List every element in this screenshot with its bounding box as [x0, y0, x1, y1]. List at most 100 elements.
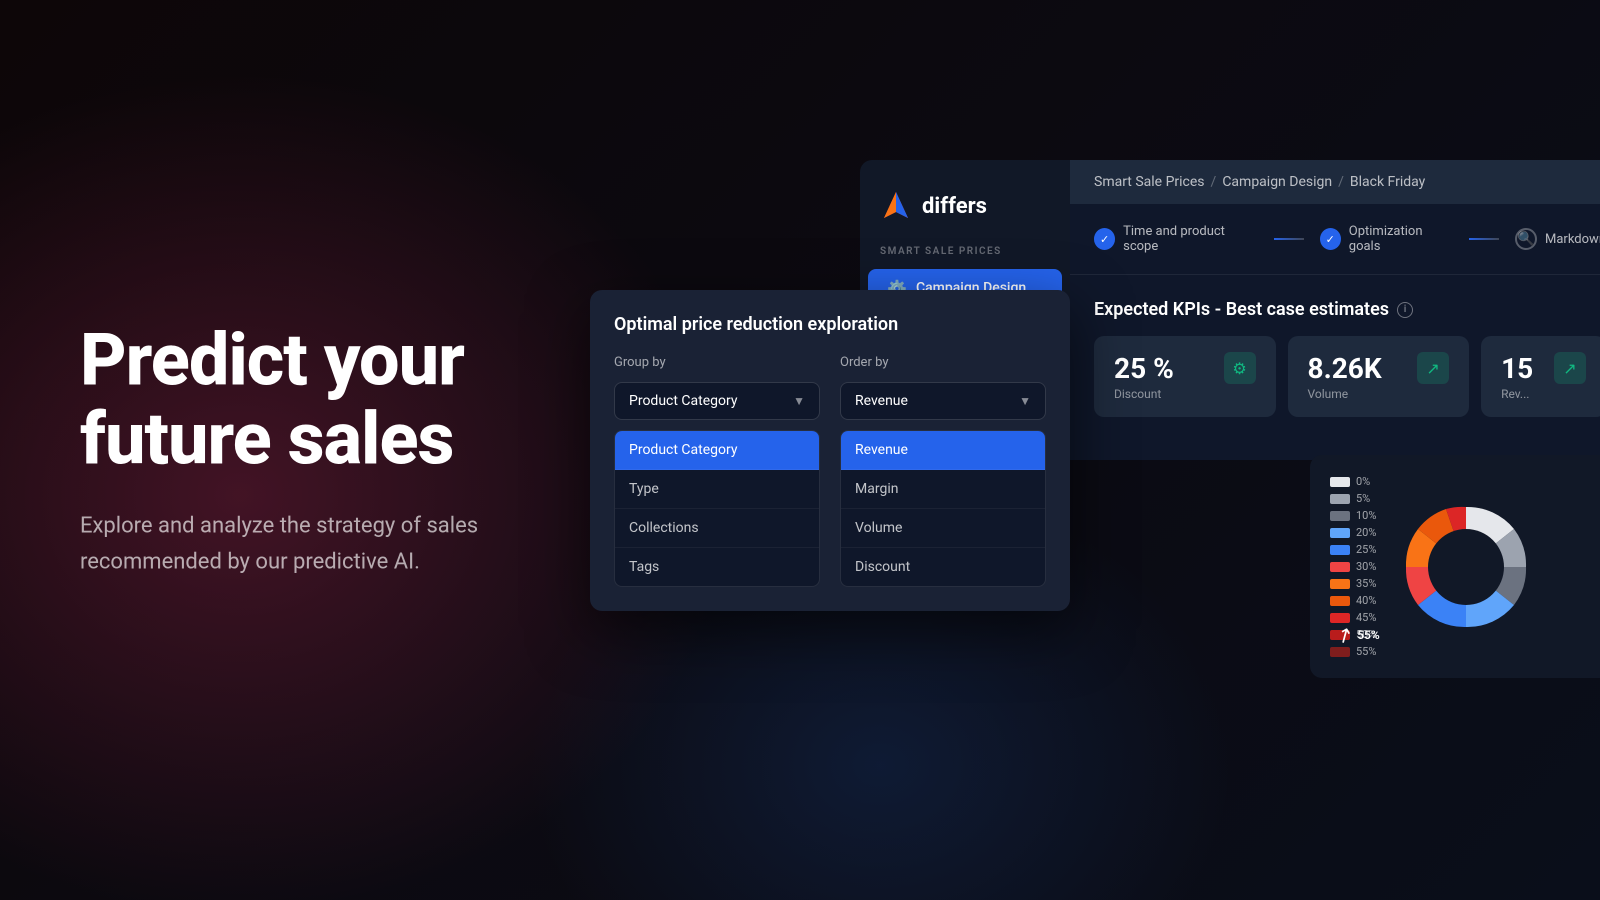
kpi-info-icon: i — [1397, 302, 1413, 318]
sidebar-logo: differs — [860, 180, 1070, 246]
breadcrumb-sep-2: / — [1338, 174, 1344, 190]
kpi-rev-label: Rev... — [1501, 387, 1533, 401]
step-3-circle: 🔍 — [1515, 228, 1537, 250]
step-3[interactable]: 🔍 Markdown — [1515, 228, 1600, 250]
hero-section: Predict your future sales Explore and an… — [80, 321, 580, 580]
chart-panel: 0% 5% 10% 20% 25% 30% 35% 40% — [1310, 455, 1600, 678]
legend-item-10: 55% — [1330, 645, 1376, 658]
annotation-label: 55% — [1357, 628, 1380, 642]
legend-item-2: 10% — [1330, 509, 1376, 522]
group-by-option-3[interactable]: Tags — [615, 548, 819, 586]
main-panel: Smart Sale Prices / Campaign Design / Bl… — [1070, 160, 1600, 460]
dropdown-panel: Optimal price reduction exploration Grou… — [590, 290, 1070, 611]
legend-color-10 — [1330, 647, 1350, 657]
order-by-option-0[interactable]: Revenue — [841, 431, 1045, 470]
group-by-label: Group by — [614, 355, 820, 370]
step-line-1 — [1274, 238, 1304, 240]
legend-label-1: 5% — [1356, 492, 1370, 505]
legend-color-8 — [1330, 613, 1350, 623]
breadcrumb-item-2: Campaign Design — [1222, 174, 1332, 190]
order-by-option-3[interactable]: Discount — [841, 548, 1045, 586]
group-by-list: Product Category Type Collections Tags — [614, 430, 820, 587]
group-by-selected: Product Category — [629, 393, 738, 409]
kpi-discount-value: 25 % — [1114, 352, 1174, 385]
kpi-discount-label: Discount — [1114, 387, 1174, 401]
step-1[interactable]: ✓ Time and product scope — [1094, 224, 1258, 254]
kpi-title-text: Expected KPIs - Best case estimates — [1094, 299, 1389, 320]
order-by-option-2[interactable]: Volume — [841, 509, 1045, 548]
kpi-volume-label: Volume — [1308, 387, 1382, 401]
legend-label-7: 40% — [1356, 594, 1376, 607]
legend-color-5 — [1330, 562, 1350, 572]
donut-chart-svg — [1396, 497, 1536, 637]
legend-item-3: 20% — [1330, 526, 1376, 539]
legend-color-6 — [1330, 579, 1350, 589]
step-2[interactable]: ✓ Optimization goals — [1320, 224, 1453, 254]
legend-item-0: 0% — [1330, 475, 1376, 488]
breadcrumb-item-3: Black Friday — [1350, 174, 1425, 190]
kpi-cards: 25 % Discount ⚙ 8.26K Volume ↗ — [1094, 336, 1600, 417]
step-3-label: Markdown — [1545, 232, 1600, 247]
logo-text: differs — [922, 194, 987, 219]
legend-label-3: 20% — [1356, 526, 1376, 539]
hero-subtitle: Explore and analyze the strategy of sale… — [80, 509, 580, 579]
legend-color-3 — [1330, 528, 1350, 538]
legend-item-5: 30% — [1330, 560, 1376, 573]
legend-item-4: 25% — [1330, 543, 1376, 556]
kpi-card-discount: 25 % Discount ⚙ — [1094, 336, 1276, 417]
sidebar-section-label: SMART SALE PRICES — [860, 246, 1070, 267]
donut-chart: ↗ 55% — [1396, 497, 1536, 637]
dropdown-panel-title: Optimal price reduction exploration — [614, 314, 1046, 335]
stepper: ✓ Time and product scope ✓ Optimization … — [1070, 204, 1600, 275]
group-by-col: Group by Product Category ▼ Product Cate… — [614, 355, 820, 587]
breadcrumb: Smart Sale Prices / Campaign Design / Bl… — [1070, 160, 1600, 204]
order-by-col: Order by Revenue ▼ Revenue Margin Volume… — [840, 355, 1046, 587]
kpi-section: Expected KPIs - Best case estimates i 25… — [1070, 275, 1600, 433]
legend-color-2 — [1330, 511, 1350, 521]
step-2-label: Optimization goals — [1349, 224, 1453, 254]
order-by-select[interactable]: Revenue ▼ — [840, 382, 1046, 420]
legend-label-10: 55% — [1356, 645, 1376, 658]
legend-color-4 — [1330, 545, 1350, 555]
annotation-arrow-icon: ↗ — [1332, 620, 1359, 649]
group-by-chevron: ▼ — [793, 394, 805, 408]
group-by-option-2[interactable]: Collections — [615, 509, 819, 548]
group-by-option-1[interactable]: Type — [615, 470, 819, 509]
legend-label-4: 25% — [1356, 543, 1376, 556]
hero-title: Predict your future sales — [80, 321, 580, 479]
breadcrumb-item-1: Smart Sale Prices — [1094, 174, 1205, 190]
legend-color-0 — [1330, 477, 1350, 487]
kpi-volume-icon: ↗ — [1417, 352, 1449, 384]
order-by-list: Revenue Margin Volume Discount — [840, 430, 1046, 587]
legend-color-1 — [1330, 494, 1350, 504]
kpi-discount-icon: ⚙ — [1224, 352, 1256, 384]
step-1-check: ✓ — [1094, 228, 1115, 250]
dropdown-row: Group by Product Category ▼ Product Cate… — [614, 355, 1046, 587]
kpi-rev-value: 15 — [1501, 352, 1533, 385]
legend-item-1: 5% — [1330, 492, 1376, 505]
legend-color-7 — [1330, 596, 1350, 606]
group-by-option-0[interactable]: Product Category — [615, 431, 819, 470]
kpi-card-rev: 15 Rev... ↗ — [1481, 336, 1600, 417]
kpi-title: Expected KPIs - Best case estimates i — [1094, 299, 1600, 320]
order-by-label: Order by — [840, 355, 1046, 370]
step-2-check: ✓ — [1320, 228, 1341, 250]
legend-label-0: 0% — [1356, 475, 1370, 488]
group-by-select[interactable]: Product Category ▼ — [614, 382, 820, 420]
legend-item-6: 35% — [1330, 577, 1376, 590]
order-by-chevron: ▼ — [1019, 394, 1031, 408]
kpi-volume-value: 8.26K — [1308, 352, 1382, 385]
order-by-selected: Revenue — [855, 393, 908, 409]
differs-logo-icon — [880, 190, 912, 222]
kpi-rev-icon: ↗ — [1554, 352, 1586, 384]
order-by-option-1[interactable]: Margin — [841, 470, 1045, 509]
step-line-2 — [1469, 238, 1499, 240]
legend-label-2: 10% — [1356, 509, 1376, 522]
legend-item-7: 40% — [1330, 594, 1376, 607]
step-1-label: Time and product scope — [1123, 224, 1258, 254]
chart-annotation: ↗ 55% — [1336, 623, 1379, 647]
legend-label-5: 30% — [1356, 560, 1376, 573]
legend-label-6: 35% — [1356, 577, 1376, 590]
breadcrumb-sep-1: / — [1211, 174, 1217, 190]
kpi-card-volume: 8.26K Volume ↗ — [1288, 336, 1470, 417]
